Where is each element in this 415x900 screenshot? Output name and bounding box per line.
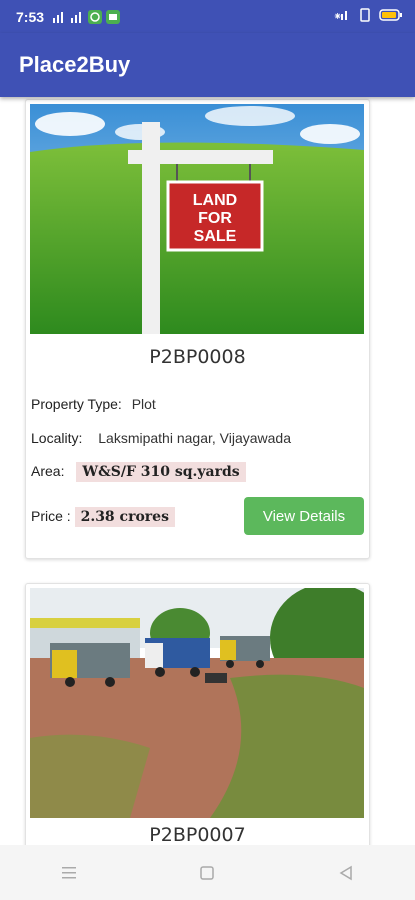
app-bar: Place2Buy: [0, 33, 415, 97]
system-nav-bar: [0, 845, 415, 900]
area-value: W&S/F 310 sq.yards: [76, 462, 246, 482]
battery-icon: [379, 9, 402, 21]
status-notification-icons: [52, 9, 121, 24]
locality-label: Locality:: [31, 430, 83, 446]
back-icon[interactable]: [336, 864, 356, 882]
signal-icon: [71, 11, 82, 23]
price-value: 2.38 crores: [74, 507, 175, 527]
svg-text:FOR: FOR: [198, 210, 232, 227]
listing-code: P2BP0007: [149, 824, 246, 845]
property-type-row: Property Type: Plot: [31, 396, 156, 412]
price-row: Price : 2.38 crores: [31, 507, 175, 527]
app-title: Place2Buy: [19, 52, 131, 77]
network-icon: ⁕: [333, 11, 347, 22]
property-type-label: Property Type:: [31, 396, 122, 412]
listing-code: P2BP0008: [149, 346, 246, 368]
status-system-icons: ⁕: [333, 8, 403, 22]
area-label: Area:: [31, 463, 65, 479]
status-time: 7:53: [16, 8, 45, 25]
home-icon[interactable]: [197, 864, 217, 882]
view-details-button[interactable]: View Details: [244, 497, 364, 535]
area-row: Area: W&S/F 310 sq.yards: [31, 462, 246, 482]
listing-card[interactable]: P2BP0007: [25, 583, 370, 845]
locality-row: Locality: Laksmipathi nagar, Vijayawada: [31, 430, 291, 446]
status-bar: 7:53 ⁕: [0, 0, 415, 33]
listing-card[interactable]: LAND FOR SALE P2BP0008 Property Type: Pl…: [25, 99, 370, 559]
property-image: [30, 588, 364, 818]
svg-text:⁕: ⁕: [333, 11, 342, 22]
menu-icon[interactable]: [59, 864, 79, 882]
message-icon: [106, 9, 121, 24]
svg-text:LAND: LAND: [193, 192, 237, 209]
price-label: Price :: [31, 508, 71, 524]
locality-value: Laksmipathi nagar, Vijayawada: [98, 430, 292, 446]
signal-icon: [53, 11, 64, 23]
whatsapp-icon: [88, 9, 103, 24]
listing-scroll[interactable]: LAND FOR SALE P2BP0008 Property Type: Pl…: [0, 97, 415, 845]
property-type-value: Plot: [131, 396, 156, 412]
svg-text:SALE: SALE: [194, 228, 237, 245]
property-image: LAND FOR SALE: [30, 104, 364, 334]
vibrate-icon: [360, 8, 370, 22]
